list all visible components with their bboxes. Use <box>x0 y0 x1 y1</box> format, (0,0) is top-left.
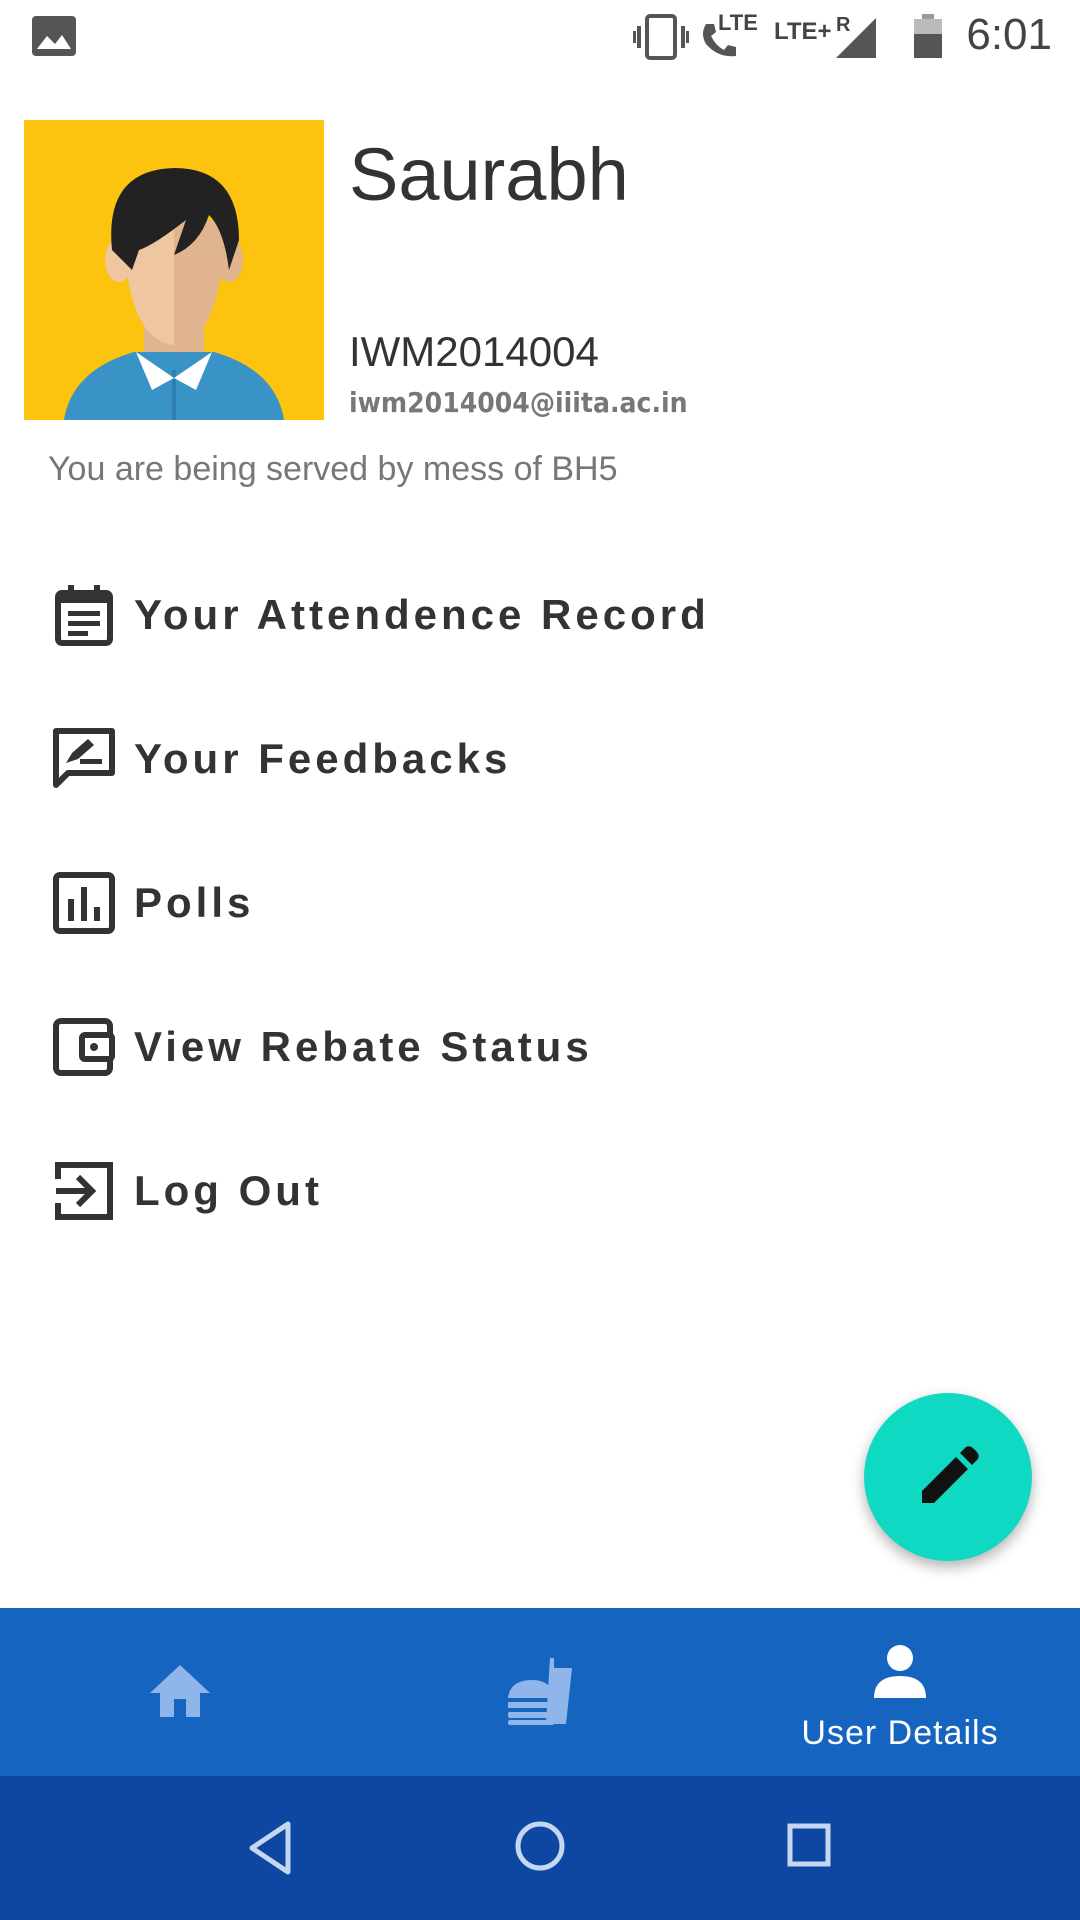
menu-item-label: Your Attendence Record <box>134 591 710 638</box>
menu-item-label: View Rebate Status <box>134 1023 593 1070</box>
back-icon[interactable] <box>246 1820 294 1876</box>
menu-item-polls[interactable]: Polls <box>0 833 1080 973</box>
home-circle-icon[interactable] <box>514 1820 566 1872</box>
signal-icon <box>836 18 876 58</box>
edit-pencil-icon <box>922 1446 979 1503</box>
wallet-icon <box>53 1018 115 1076</box>
calendar-note-icon <box>55 585 113 646</box>
network-label-lte: LTE <box>718 10 758 35</box>
user-email: iwm2014004@iiita.ac.in <box>349 386 688 419</box>
avatar <box>24 120 324 420</box>
home-icon <box>150 1665 210 1717</box>
vibrate-icon <box>633 14 689 60</box>
system-navigation-bar <box>0 1776 1080 1920</box>
network-label-lteplus: LTE+ <box>774 18 832 45</box>
nav-user-details-label: User Details <box>801 1714 999 1752</box>
menu-item-label: Your Feedbacks <box>134 735 512 782</box>
menu-item-attendance[interactable]: Your Attendence Record <box>0 545 1080 685</box>
mess-info: You are being served by mess of BH5 <box>48 450 618 488</box>
feedback-icon <box>53 728 115 788</box>
user-name: Saurabh <box>349 133 629 216</box>
menu-item-rebate[interactable]: View Rebate Status <box>0 977 1080 1117</box>
battery-icon <box>914 14 942 58</box>
nav-user-details[interactable]: User Details <box>720 1608 1080 1776</box>
menu-item-feedbacks[interactable]: Your Feedbacks <box>0 689 1080 829</box>
user-id: IWM2014004 <box>349 328 599 375</box>
avatar-icon <box>64 168 284 420</box>
edit-fab-button[interactable] <box>864 1393 1032 1561</box>
clock: 6:01 <box>966 10 1052 59</box>
menu-item-label: Log Out <box>134 1167 323 1214</box>
nav-home[interactable] <box>0 1608 360 1776</box>
menu-item-label: Polls <box>134 879 255 926</box>
menu-item-logout[interactable]: Log Out <box>0 1121 1080 1261</box>
poll-icon <box>53 872 115 934</box>
nav-food[interactable] <box>360 1608 720 1776</box>
image-icon <box>32 16 76 56</box>
logout-icon <box>55 1162 113 1220</box>
bottom-navigation: User Details <box>0 1608 1080 1776</box>
person-icon <box>874 1645 926 1698</box>
fastfood-icon <box>508 1658 572 1725</box>
recents-icon[interactable] <box>786 1822 832 1868</box>
status-bar: LTE LTE+ R 6:01 <box>0 0 1080 75</box>
